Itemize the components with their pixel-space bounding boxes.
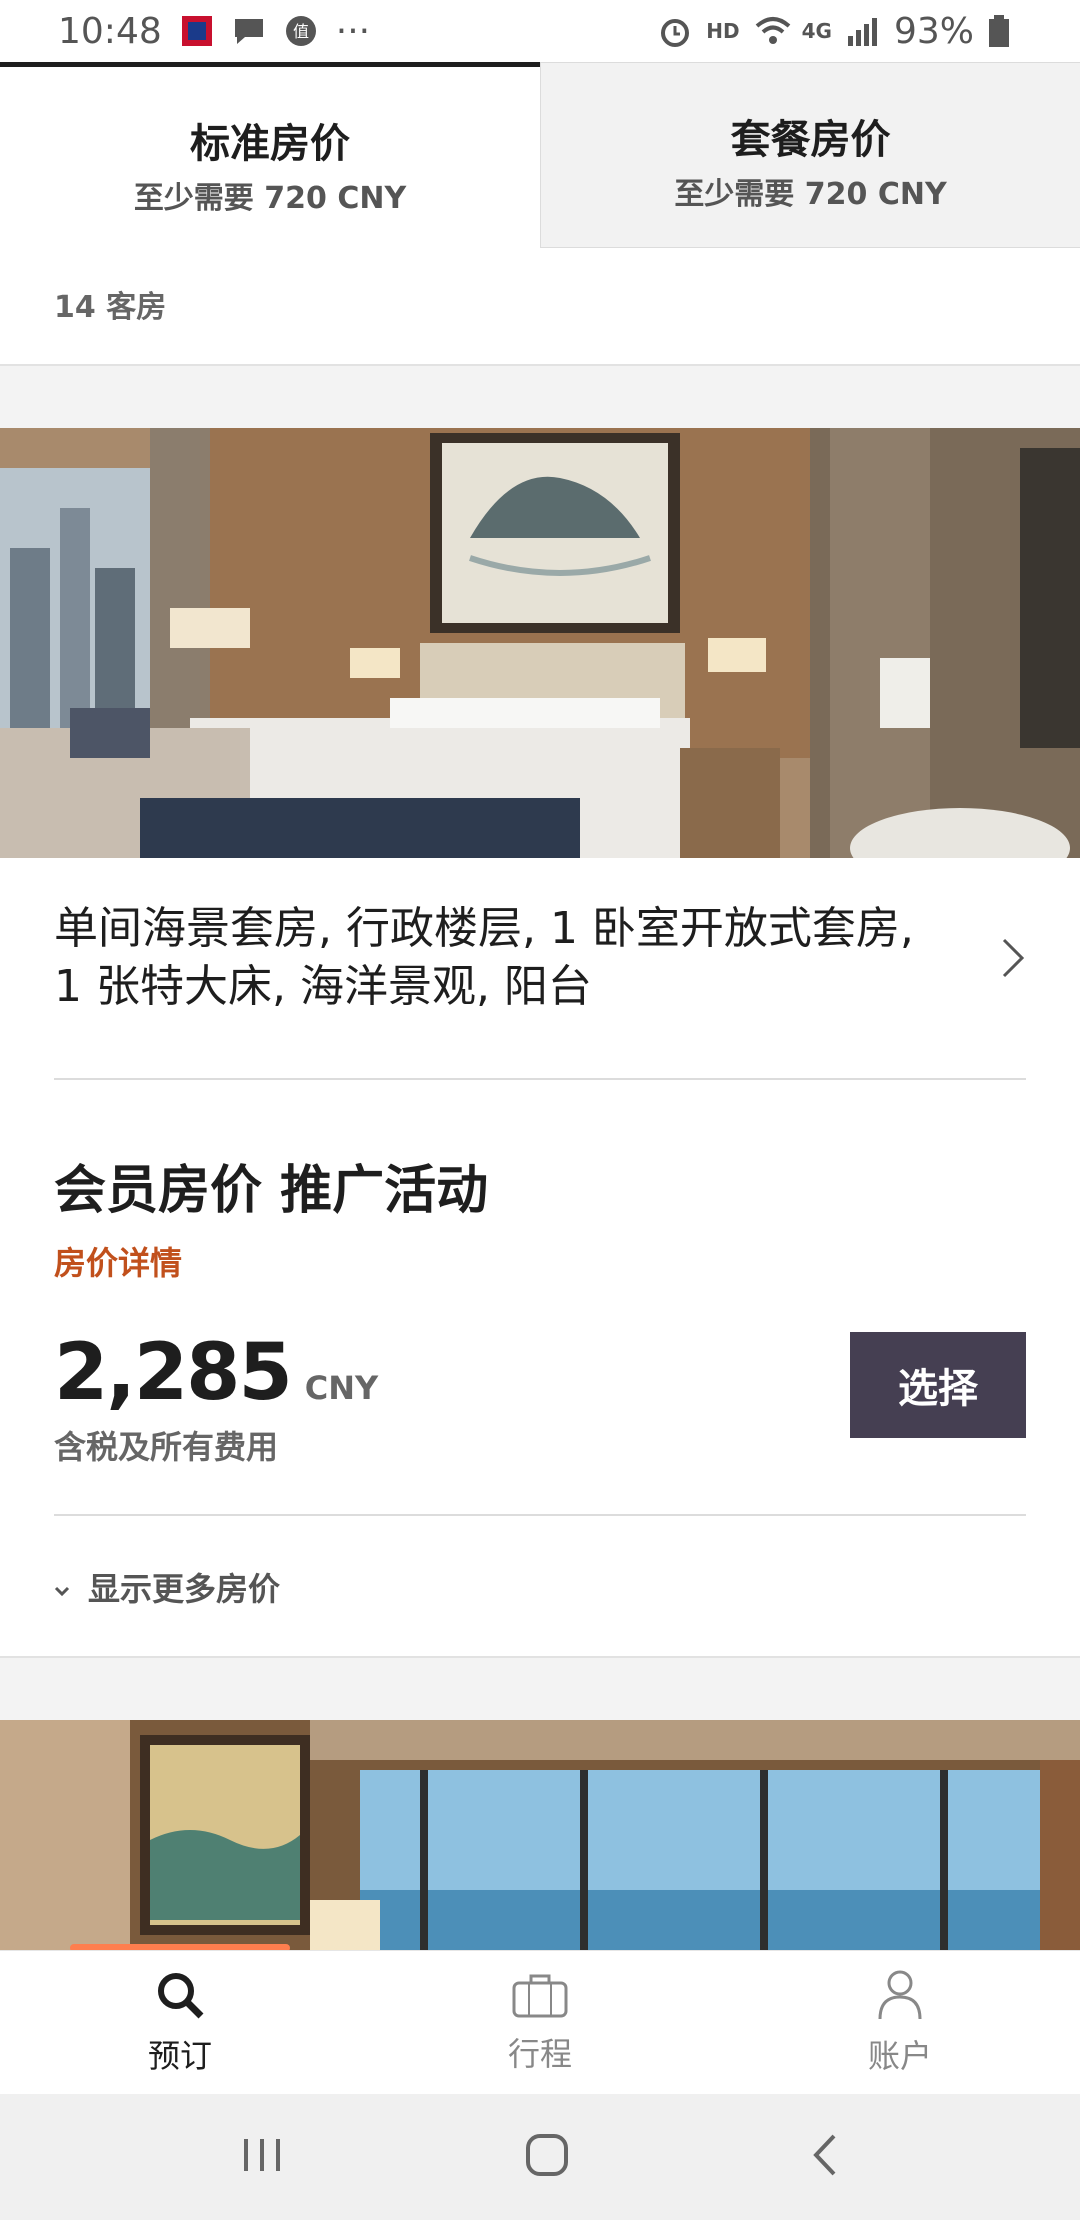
section-divider — [0, 1656, 1080, 1720]
nav-book[interactable]: 预订 — [0, 1951, 360, 2094]
section-divider — [0, 364, 1080, 428]
tab-package-rate[interactable]: 套餐房价 至少需要 720 CNY — [540, 62, 1080, 248]
room-photo[interactable] — [0, 428, 1080, 858]
nav-label: 行程 — [507, 2034, 572, 2073]
room-title-row[interactable]: 单间海景套房, 行政楼层, 1 卧室开放式套房, 1 张特大床, 海洋景观, 阳… — [54, 900, 1026, 1016]
chevron-down-icon — [54, 1568, 70, 1606]
alarm-icon — [658, 14, 692, 48]
hd-indicator: HD — [706, 19, 740, 43]
app-notification-icon — [180, 14, 214, 48]
show-more-rates-label: 显示更多房价 — [88, 1570, 281, 1608]
tab-subtitle: 至少需要 720 CNY — [674, 177, 947, 212]
network-type: 4G — [801, 19, 832, 43]
price-currency: CNY — [304, 1369, 379, 1407]
bottom-navigation: 预订 行程 账户 — [0, 1950, 1080, 2094]
rate-tabs: 标准房价 至少需要 720 CNY 套餐房价 至少需要 720 CNY — [0, 62, 1080, 248]
divider — [54, 1514, 1026, 1516]
status-bar: 10:48 值 ··· HD 4G 93% — [0, 0, 1080, 62]
home-icon[interactable] — [524, 2132, 570, 2182]
select-button[interactable]: 选择 — [850, 1332, 1026, 1438]
battery-icon — [988, 14, 1022, 48]
rooms-count: 14 客房 — [54, 290, 167, 325]
search-icon — [154, 1969, 206, 2025]
app-badge-icon: 值 — [284, 14, 318, 48]
svg-text:值: 值 — [293, 22, 309, 41]
show-more-rates[interactable]: 显示更多房价 — [54, 1564, 280, 1610]
battery-percent: 93% — [893, 10, 974, 52]
tab-subtitle: 至少需要 720 CNY — [133, 181, 407, 216]
room-title: 单间海景套房, 行政楼层, 1 卧室开放式套房, 1 张特大床, 海洋景观, 阳… — [54, 903, 914, 1012]
nav-label: 账户 — [867, 2036, 932, 2075]
message-icon — [232, 14, 266, 48]
chevron-right-icon — [1000, 936, 1026, 980]
signal-icon — [846, 14, 880, 48]
nav-trips[interactable]: 行程 — [360, 1951, 720, 2094]
divider — [54, 1078, 1026, 1080]
tab-title: 标准房价 — [190, 121, 350, 167]
price-row: 2,285 CNY — [54, 1328, 378, 1418]
briefcase-icon — [511, 1971, 569, 2023]
rate-details-link[interactable]: 房价详情 — [54, 1238, 182, 1284]
tab-standard-rate[interactable]: 标准房价 至少需要 720 CNY — [0, 62, 540, 248]
rate-title: 会员房价 推广活动 — [54, 1161, 489, 1221]
back-icon[interactable] — [810, 2132, 840, 2182]
wifi-icon — [754, 14, 790, 48]
recent-apps-icon[interactable] — [240, 2135, 284, 2179]
person-icon — [876, 1969, 924, 2025]
nav-label: 预订 — [147, 2036, 212, 2075]
system-navigation-bar — [0, 2094, 1080, 2220]
nav-account[interactable]: 账户 — [720, 1951, 1080, 2094]
more-notifications-icon: ··· — [335, 10, 371, 52]
price-note: 含税及所有费用 — [54, 1428, 279, 1466]
status-time: 10:48 — [58, 10, 162, 52]
tab-title: 套餐房价 — [730, 117, 891, 163]
price-value: 2,285 — [54, 1328, 293, 1418]
room-photo[interactable] — [0, 1720, 1080, 1950]
